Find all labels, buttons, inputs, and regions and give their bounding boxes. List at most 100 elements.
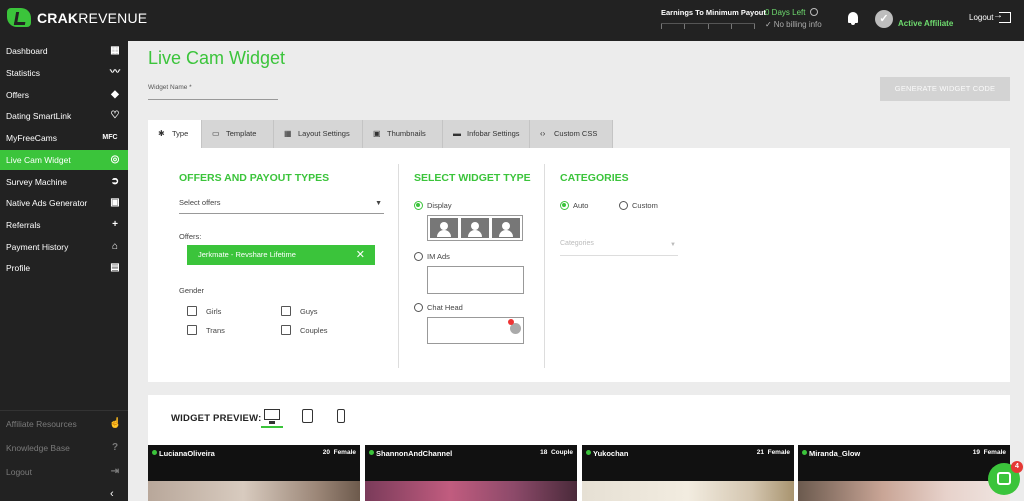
top-bar: CRAKREVENUE Earnings To Minimum Payout 0… (0, 0, 1024, 41)
tab-infobar-settings[interactable]: ▬ Infobar Settings (443, 120, 530, 148)
gender-girls-checkbox[interactable] (187, 306, 197, 316)
avatar-placeholder-icon (461, 218, 489, 238)
cam-tile[interactable]: ShannonAndChannel 18 Couple (365, 445, 577, 501)
cam-tile[interactable]: Yukochan 21 Female (582, 445, 794, 501)
category-auto-radio[interactable] (560, 201, 569, 210)
avatar-placeholder-icon (430, 218, 458, 238)
cam-name: LucianaOliveira (159, 449, 215, 458)
cam-age-gender: 18 Couple (540, 449, 573, 456)
gender-couples-checkbox[interactable] (281, 325, 291, 335)
cam-age-gender: 19 Female (972, 449, 1006, 456)
caret-down-icon: ▼ (670, 242, 676, 248)
type-im-ads-label: IM Ads (427, 252, 450, 261)
gear-icon: ✱ (158, 129, 165, 138)
sidebar-item-survey-machine[interactable]: Survey Machine ➲ (0, 172, 128, 192)
sidebar-item-payment-history[interactable]: Payment History ⌂ (0, 237, 128, 257)
page-title: Live Cam Widget (148, 48, 286, 68)
sidebar-item-dating-smartlink[interactable]: Dating SmartLink ♡ (0, 106, 128, 126)
type-chat-head-radio[interactable] (414, 303, 423, 312)
brand-logo[interactable]: CRAKREVENUE (7, 8, 147, 27)
tag-icon: ◆ (111, 89, 119, 100)
tab-custom-css[interactable]: ‹› Custom CSS (530, 120, 613, 148)
sidebar-item-myfreecams[interactable]: MyFreeCams MFC (0, 128, 128, 148)
chat-icon (997, 472, 1011, 485)
brand-name: CRAKREVENUE (37, 9, 148, 26)
select-offers-dropdown[interactable]: Select offers ▼ (179, 198, 384, 214)
profile-card-icon: ▤ (110, 262, 120, 273)
category-auto-label: Auto (573, 201, 589, 210)
cam-tile[interactable]: Miranda_Glow 19 Female (798, 445, 1010, 501)
type-display-label: Display (427, 201, 452, 210)
tab-type[interactable]: ✱ Type (148, 120, 202, 148)
help-icon: ? (111, 442, 119, 453)
generate-widget-code-button[interactable]: GENERATE WIDGET CODE (880, 77, 1010, 101)
sidebar-item-statistics[interactable]: Statistics 〰 (0, 63, 128, 83)
remove-offer-icon[interactable]: ✕ (356, 245, 365, 265)
type-settings-card: OFFERS AND PAYOUT TYPES Select offers ▼ O… (148, 148, 1010, 382)
sidebar-item-profile[interactable]: Profile ▤ (0, 258, 128, 278)
add-user-icon: + (112, 219, 118, 230)
survey-icon: ➲ (110, 176, 120, 187)
thumbs-up-icon: ☝ (109, 418, 122, 429)
tab-thumbnails[interactable]: ▣ Thumbnails (363, 120, 443, 148)
sidebar-item-knowledge-base[interactable]: Knowledge Base? (0, 438, 128, 458)
crakrevenue-logo-icon (7, 8, 31, 27)
sidebar-divider (0, 410, 128, 411)
sidebar-item-affiliate-resources[interactable]: Affiliate Resources ☝ (0, 414, 128, 434)
categories-section-title: CATEGORIES (560, 172, 629, 184)
logout-icon[interactable] (993, 10, 1011, 23)
categories-dropdown[interactable]: Categories ▼ (560, 240, 678, 256)
dashboard-grid-icon: ▦ (110, 45, 120, 56)
selected-offer-chip: Jerkmate - Revshare Lifetime ✕ (187, 245, 375, 265)
type-chat-head-label: Chat Head (427, 303, 463, 312)
online-status-icon (152, 450, 157, 455)
category-custom-radio[interactable] (619, 201, 628, 210)
tab-layout-settings[interactable]: ▦ Layout Settings (274, 120, 363, 148)
online-status-icon (369, 450, 374, 455)
cam-name: Yukochan (593, 449, 629, 458)
cam-age-gender: 21 Female (756, 449, 790, 456)
template-icon: ▭ (212, 129, 220, 138)
logout-icon: ⇥ (110, 466, 120, 477)
gender-guys-checkbox[interactable] (281, 306, 291, 316)
type-im-ads-radio[interactable] (414, 252, 423, 261)
gender-label: Gender (179, 286, 205, 295)
mobile-view-button[interactable] (330, 408, 352, 428)
infobar-icon: ▬ (453, 129, 461, 138)
cam-tile[interactable]: LucianaOliveira 20 Female (148, 445, 360, 501)
sidebar-item-logout[interactable]: Logout ⇥ (0, 462, 128, 482)
bell-icon[interactable] (848, 12, 858, 25)
column-divider (544, 164, 545, 368)
tablet-view-button[interactable] (297, 408, 319, 428)
check-icon: ✓ (765, 20, 772, 29)
collapse-sidebar-icon[interactable]: ‹ (110, 488, 114, 500)
sidebar-item-live-cam-widget[interactable]: Live Cam Widget ◎ (0, 150, 128, 170)
widget-preview-panel: WIDGET PREVIEW: LucianaOliveira 20 Femal… (148, 395, 1010, 501)
cam-name: ShannonAndChannel (376, 449, 453, 458)
heart-icon: ♡ (110, 110, 120, 121)
sidebar-item-native-ads-generator[interactable]: Native Ads Generator ▣ (0, 193, 128, 213)
sidebar-item-offers[interactable]: Offers ◆ (0, 85, 128, 105)
notification-dot-icon (508, 319, 514, 325)
gender-couples-label: Couples (300, 326, 328, 335)
earnings-progress: Earnings To Minimum Payout (661, 8, 766, 29)
offers-section-title: OFFERS AND PAYOUT TYPES (179, 172, 330, 184)
offers-label: Offers: (179, 232, 202, 241)
type-display-radio[interactable] (414, 201, 423, 210)
tab-template[interactable]: ▭ Template (202, 120, 274, 148)
sidebar: Dashboard ▦ Statistics 〰 Offers ◆ Dating Sm… (0, 41, 128, 501)
chat-head-preview (427, 317, 524, 344)
days-left: 0 Days Left (765, 8, 819, 17)
gender-trans-checkbox[interactable] (187, 325, 197, 335)
cam-name: Miranda_Glow (809, 449, 861, 458)
column-divider (398, 164, 399, 368)
desktop-view-button[interactable] (261, 408, 283, 428)
logout-button[interactable]: Logout (969, 13, 993, 22)
affiliate-status: Active Affiliate (898, 19, 954, 28)
sidebar-item-referrals[interactable]: Referrals + (0, 215, 128, 235)
desktop-icon (264, 409, 280, 420)
trend-icon: 〰 (110, 67, 120, 78)
sidebar-item-dashboard[interactable]: Dashboard ▦ (0, 41, 128, 61)
widget-name-input[interactable] (148, 99, 278, 100)
widget-type-section-title: SELECT WIDGET TYPE (414, 172, 531, 184)
